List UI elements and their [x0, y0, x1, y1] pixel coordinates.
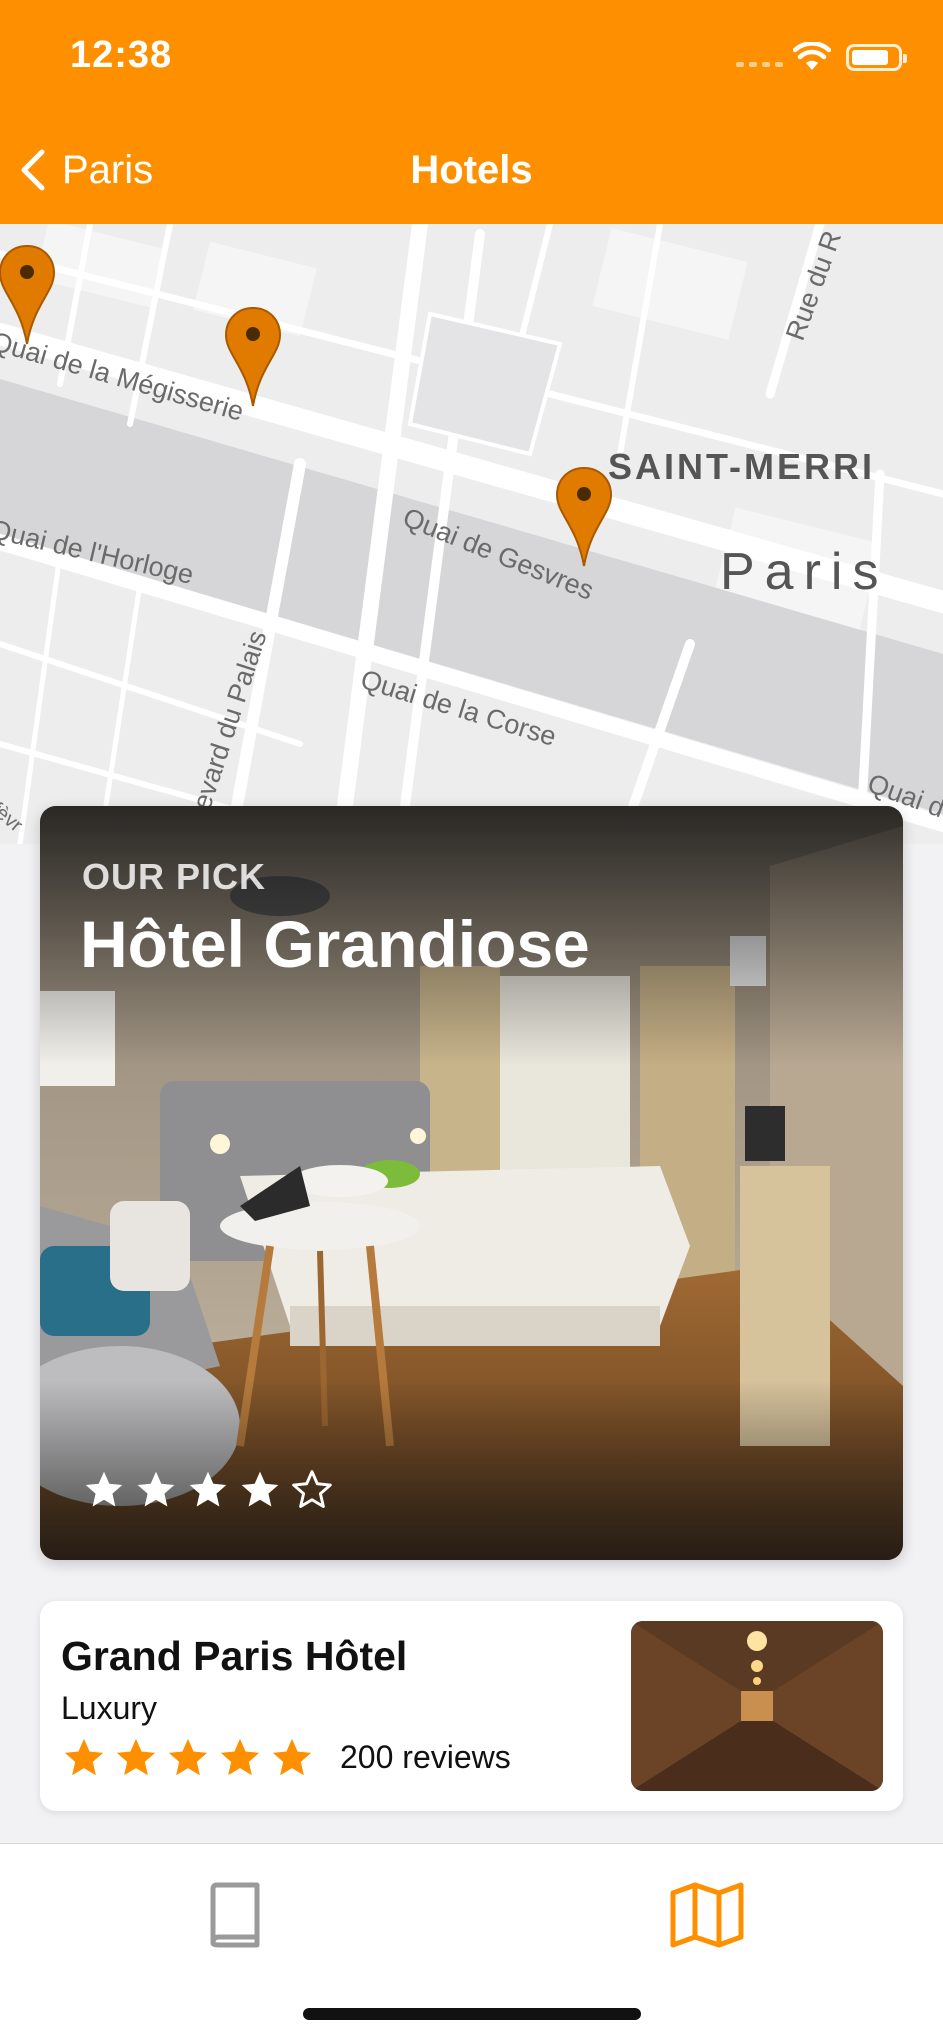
star-filled-icon [116, 1738, 156, 1776]
wifi-icon [793, 42, 831, 70]
map-icon [670, 1882, 744, 1948]
star-outline-icon [292, 1470, 332, 1508]
hotel-thumbnail [631, 1621, 883, 1791]
tab-guide[interactable] [190, 1870, 280, 1960]
hotel-star-rating [61, 1735, 315, 1781]
star-filled-icon [168, 1738, 208, 1776]
cellular-signal-icon [736, 62, 783, 67]
district-label: SAINT-MERRI [608, 446, 875, 487]
featured-eyebrow: OUR PICK [82, 856, 267, 897]
star-filled-icon [137, 1471, 175, 1507]
star-filled-icon [220, 1738, 260, 1776]
map-pin-icon[interactable] [224, 306, 282, 408]
navigation-header: 12:38 Paris Hotels [0, 0, 943, 224]
tab-map[interactable] [662, 1870, 752, 1960]
hotel-review-count: 200 reviews [340, 1739, 511, 1775]
star-filled-icon [272, 1738, 312, 1776]
book-icon [210, 1882, 260, 1948]
star-filled-icon [189, 1471, 227, 1507]
hotel-category: Luxury [61, 1690, 158, 1726]
hotel-name: Grand Paris Hôtel [61, 1633, 408, 1679]
star-filled-icon [85, 1471, 123, 1507]
status-time: 12:38 [70, 34, 173, 76]
hotel-corridor-photo [631, 1621, 883, 1791]
star-filled-icon [64, 1738, 104, 1776]
featured-star-rating [82, 1468, 334, 1512]
city-label: Paris [720, 543, 889, 601]
featured-hotel-name: Hôtel Grandiose [80, 907, 590, 981]
featured-hotel-card[interactable]: OUR PICK Hôtel Grandiose [40, 806, 903, 1560]
map-pin-icon[interactable] [0, 244, 56, 346]
hotel-list-item[interactable]: Grand Paris Hôtel Luxury 200 reviews [40, 1601, 903, 1811]
page-title: Hotels [410, 148, 533, 192]
home-indicator [303, 2008, 641, 2020]
battery-icon [846, 44, 907, 71]
map-pin-icon[interactable] [555, 466, 613, 568]
hotel-map[interactable]: Quai de la Mégisserie Quai de Gesvres Qu… [0, 224, 943, 844]
star-filled-icon [241, 1471, 279, 1507]
